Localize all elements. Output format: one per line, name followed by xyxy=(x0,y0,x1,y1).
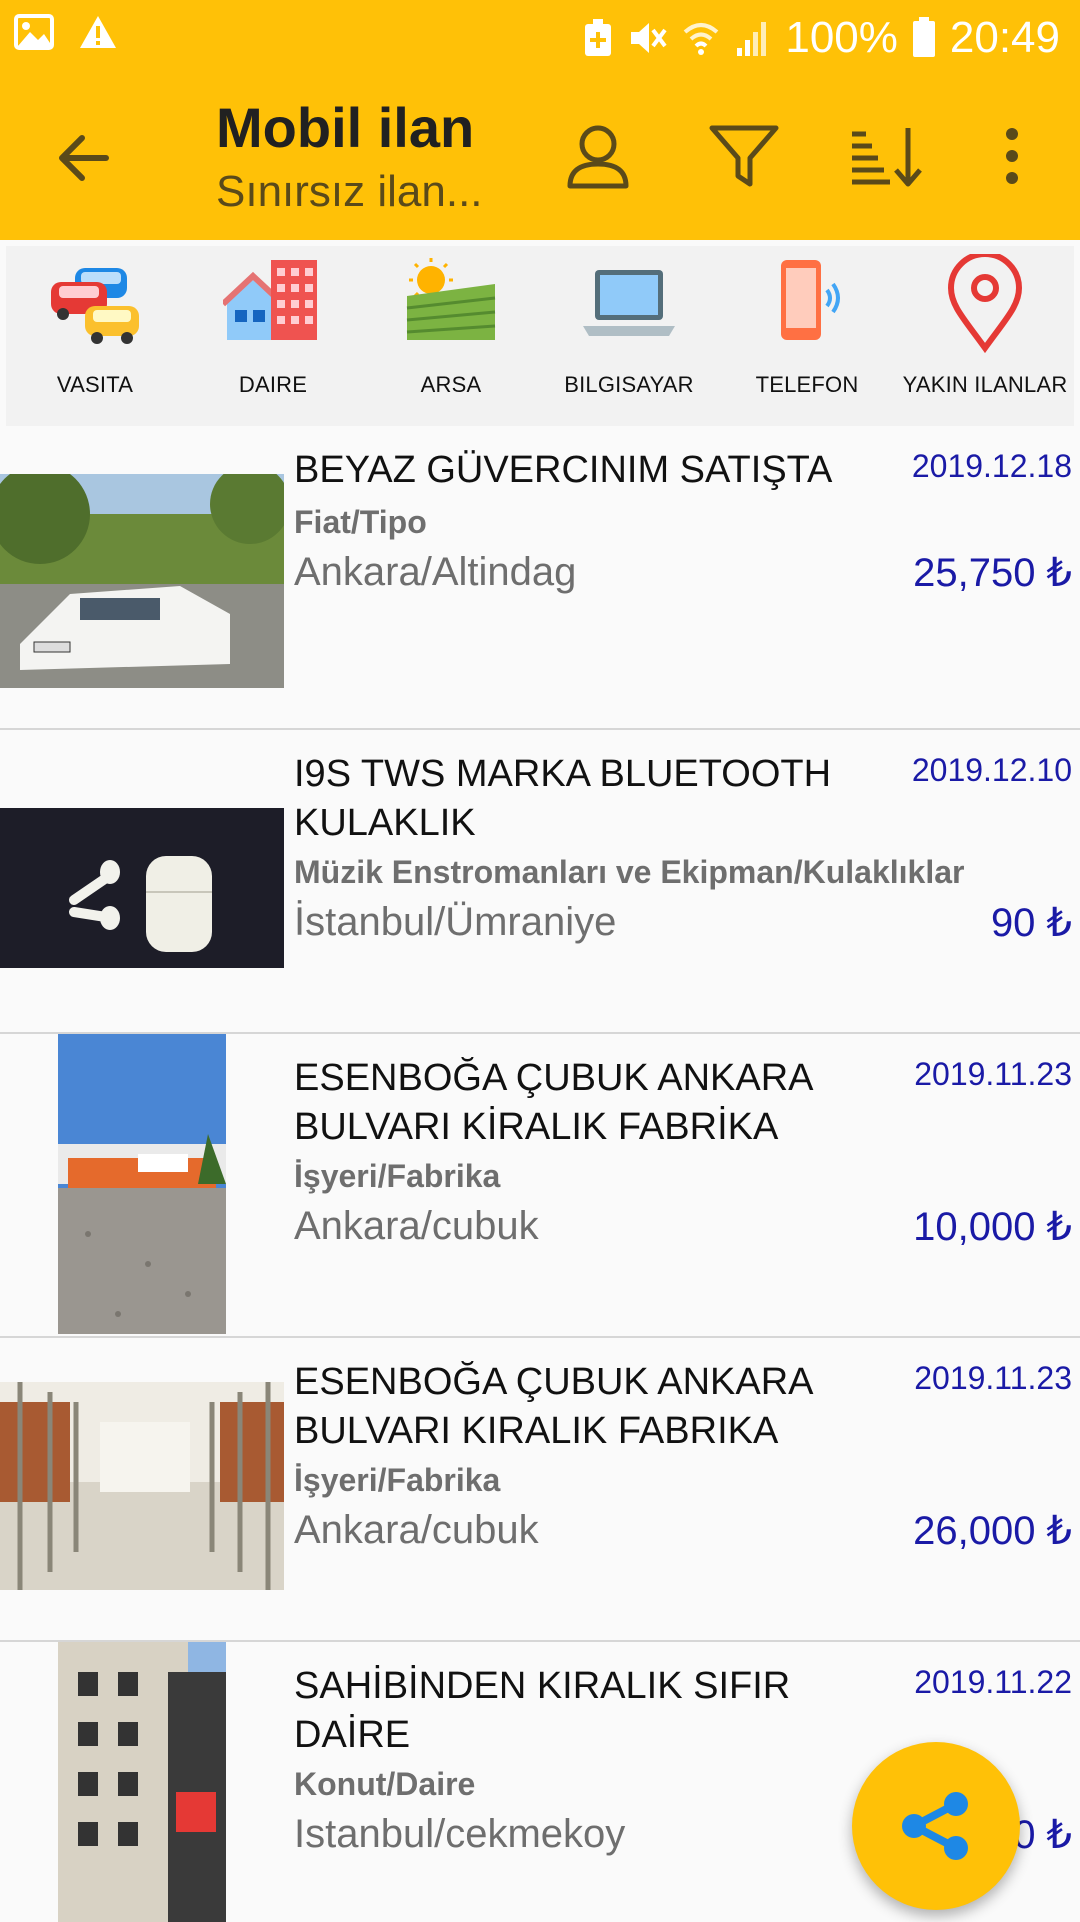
page-subtitle: Sınırsız ilan... xyxy=(216,167,483,216)
listing-list: BEYAZ GÜVERCINIM SATIŞTA 2019.12.18 Fiat… xyxy=(0,426,1080,1922)
listing-title: BEYAZ GÜVERCINIM SATIŞTA xyxy=(294,449,833,491)
white-car-photo xyxy=(0,474,284,688)
listing-thumbnail xyxy=(58,1642,226,1922)
category-daire[interactable]: DAIRE xyxy=(184,246,362,426)
buildings-icon xyxy=(223,260,317,340)
listing-date: 2019.12.18 xyxy=(911,448,1072,484)
location-pin-icon xyxy=(947,254,1023,354)
app-bar: Mobil ilan Sınırsız ilan... xyxy=(0,76,1080,240)
category-label: VASITA xyxy=(56,372,134,397)
listing-thumbnail xyxy=(58,1034,226,1334)
category-strip: VASITA DAIRE ARSA BILGISAYAR TELEFON YAK… xyxy=(6,246,1074,426)
listing-date: 2019.11.23 xyxy=(914,1056,1072,1092)
listing-title: SAHİBİNDEN KIRALIK SIFIR DAİRE xyxy=(294,1665,791,1756)
sort-icon[interactable] xyxy=(846,116,926,196)
mute-icon xyxy=(631,23,667,53)
factory-interior-photo xyxy=(0,1382,284,1590)
listing-category: Müzik Enstromanları ve Ekipman/Kulaklıkl… xyxy=(294,854,965,890)
share-fab[interactable] xyxy=(852,1742,1020,1910)
laptop-icon xyxy=(583,270,675,336)
listing-date: 2019.11.22 xyxy=(914,1664,1072,1700)
listing-row[interactable]: BEYAZ GÜVERCINIM SATIŞTA 2019.12.18 Fiat… xyxy=(0,426,1080,730)
title-block: Mobil ilan Sınırsız ilan... xyxy=(216,94,483,222)
listing-location: Ankara/cubuk xyxy=(294,1204,539,1248)
account-icon[interactable] xyxy=(558,116,638,196)
category-label: ARSA xyxy=(420,372,482,397)
battery-percent: 100% xyxy=(785,13,898,62)
status-bar: 100% 20:49 xyxy=(0,0,1080,76)
listing-location: İstanbul/Ümraniye xyxy=(294,900,617,944)
share-icon xyxy=(902,1792,968,1860)
earbuds-photo xyxy=(0,808,284,968)
listing-category: Fiat/Tipo xyxy=(294,504,427,540)
listing-category: Konut/Daire xyxy=(294,1766,476,1802)
warning-icon xyxy=(80,16,116,48)
cars-icon xyxy=(51,268,139,344)
category-vasita[interactable]: VASITA xyxy=(6,246,184,426)
listing-category: İşyeri/Fabrika xyxy=(294,1462,501,1498)
battery-icon xyxy=(912,17,935,57)
category-arsa[interactable]: ARSA xyxy=(362,246,540,426)
listing-price: 25,750 ₺ xyxy=(913,551,1072,595)
battery-saver-icon xyxy=(585,19,612,56)
listing-title: ESENBOĞA ÇUBUK ANKARA BULVARI KİRALIK FA… xyxy=(294,1057,812,1148)
listing-row[interactable]: ESENBOĞA ÇUBUK ANKARA BULVARI KİRALIK FA… xyxy=(0,1034,1080,1338)
listing-date: 2019.12.10 xyxy=(911,752,1072,788)
listing-location: Ankara/cubuk xyxy=(294,1508,539,1552)
listing-price: 10,000 ₺ xyxy=(913,1205,1072,1249)
back-arrow-icon[interactable] xyxy=(52,126,116,190)
listing-title: I9S TWS MARKA BLUETOOTH KULAKLIK xyxy=(294,753,832,844)
phone-icon xyxy=(781,260,840,340)
listing-row[interactable]: I9S TWS MARKA BLUETOOTH KULAKLIK 2019.12… xyxy=(0,730,1080,1034)
category-yakin-ilanlar[interactable]: YAKIN ILANLAR xyxy=(896,246,1074,426)
listing-price: 0 ₺ xyxy=(1013,1813,1072,1857)
category-label: DAIRE xyxy=(238,372,308,397)
category-label: TELEFON xyxy=(755,372,859,397)
listing-price: 26,000 ₺ xyxy=(913,1509,1072,1553)
listing-location: Ankara/Altindag xyxy=(294,550,577,594)
category-label: YAKIN ILANLAR xyxy=(902,372,1068,397)
factory-exterior-photo xyxy=(58,1034,226,1334)
field-icon xyxy=(406,258,496,340)
wifi-icon xyxy=(684,23,719,55)
listing-location: Istanbul/cekmekoy xyxy=(294,1812,626,1856)
clock: 20:49 xyxy=(949,13,1060,62)
category-telefon[interactable]: TELEFON xyxy=(718,246,896,426)
listing-date: 2019.11.23 xyxy=(914,1360,1072,1396)
more-vert-icon[interactable] xyxy=(972,116,1052,196)
gallery-icon xyxy=(14,14,54,50)
filter-icon[interactable] xyxy=(704,116,784,196)
listing-thumbnail xyxy=(0,474,284,688)
listing-price: 90 ₺ xyxy=(990,901,1072,945)
listing-thumbnail xyxy=(0,1382,284,1590)
page-title: Mobil ilan xyxy=(216,96,475,159)
listing-row[interactable]: ESENBOĞA ÇUBUK ANKARA BULVARI KIRALIK FA… xyxy=(0,1338,1080,1642)
listing-thumbnail xyxy=(0,808,284,968)
apartment-building-photo xyxy=(58,1642,226,1922)
listing-title: ESENBOĞA ÇUBUK ANKARA BULVARI KIRALIK FA… xyxy=(294,1361,812,1452)
category-bilgisayar[interactable]: BILGISAYAR xyxy=(540,246,718,426)
category-label: BILGISAYAR xyxy=(564,372,694,397)
listing-category: İşyeri/Fabrika xyxy=(294,1158,501,1194)
signal-icon xyxy=(737,22,767,56)
